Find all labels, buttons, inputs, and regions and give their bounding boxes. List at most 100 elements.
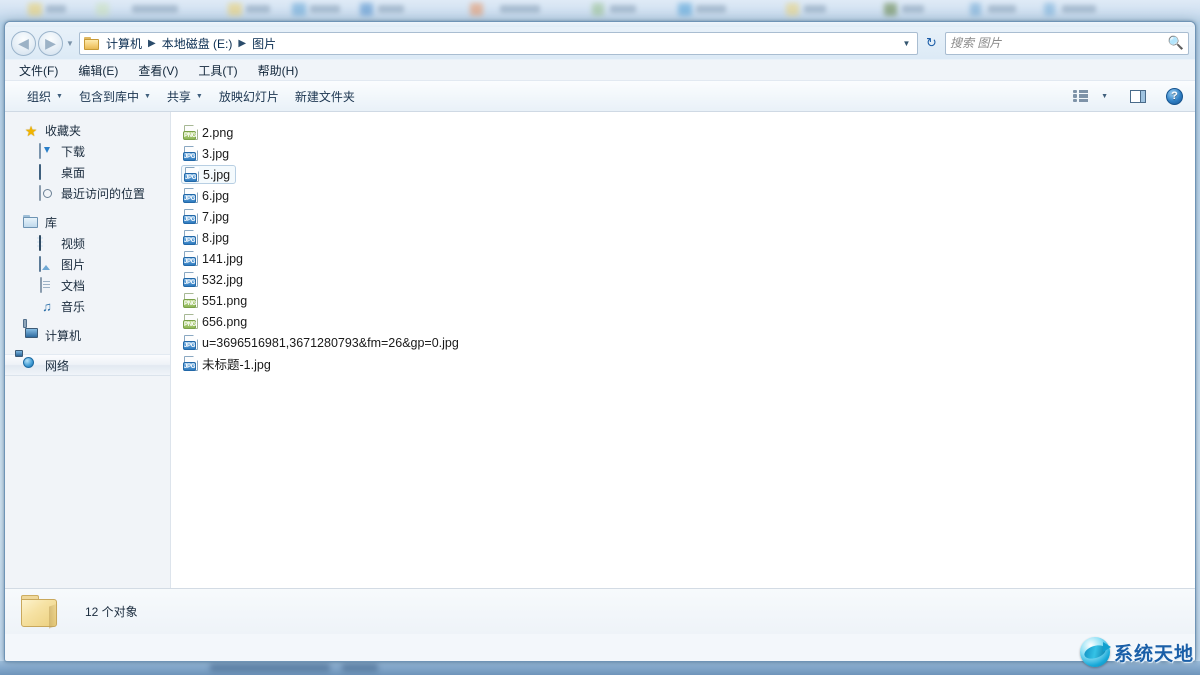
chevron-down-icon: ▼: [66, 39, 74, 48]
list-item-inner: PNG656.png: [183, 312, 247, 331]
sidebar-item-computer[interactable]: 计算机: [5, 325, 170, 346]
explorer-window: X ◀ ▶ ▼ 计算机 ▶ 本地磁盘 (E:) ▶: [4, 21, 1196, 662]
recent-places-icon: [39, 186, 55, 202]
sidebar-item-pictures[interactable]: 图片: [5, 254, 170, 275]
menu-item-edit[interactable]: 编辑(E): [78, 60, 129, 81]
file-name: 532.jpg: [199, 273, 243, 287]
sidebar-item-music[interactable]: ♫ 音乐: [5, 296, 170, 317]
breadcrumb-segment-computer[interactable]: 计算机: [104, 35, 144, 52]
toolbar-button-new-folder[interactable]: 新建文件夹: [287, 84, 363, 109]
help-button[interactable]: ?: [1152, 85, 1191, 108]
list-item-inner: JPG7.jpg: [183, 207, 229, 226]
file-name: 7.jpg: [199, 210, 229, 224]
maximize-button[interactable]: [1120, 21, 1147, 22]
menu-bar: 文件(F) 编辑(E) 查看(V) 工具(T) 帮助(H): [5, 60, 1195, 81]
sidebar-item-favorites[interactable]: ★ 收藏夹: [5, 120, 170, 141]
sidebar-item-videos[interactable]: 视频: [5, 233, 170, 254]
list-item[interactable]: JPG5.jpg: [171, 164, 236, 185]
file-name: 5.jpg: [200, 168, 230, 182]
address-dropdown-button[interactable]: ▼: [898, 39, 915, 48]
list-item[interactable]: JPG7.jpg: [171, 206, 229, 227]
jpg-file-icon: JPG: [183, 146, 199, 161]
breadcrumb-segment-pictures[interactable]: 图片: [250, 35, 278, 52]
nav-group-network: 网络: [5, 354, 170, 376]
jpg-file-icon: JPG: [183, 209, 199, 224]
pictures-icon: [39, 257, 55, 273]
chevron-down-icon: ▼: [1101, 93, 1108, 100]
file-name: 3.jpg: [199, 147, 229, 161]
library-icon: [23, 215, 39, 231]
file-type-badge: JPG: [183, 257, 196, 266]
help-icon: ?: [1166, 88, 1183, 105]
list-item-inner: JPG141.jpg: [183, 249, 243, 268]
menu-item-tools[interactable]: 工具(T): [198, 60, 248, 81]
close-button[interactable]: X: [1146, 21, 1193, 22]
preview-pane-button[interactable]: [1114, 87, 1152, 106]
downloads-icon: [39, 144, 55, 160]
chevron-right-icon: ▶: [234, 38, 250, 49]
menu-item-help[interactable]: 帮助(H): [258, 60, 310, 81]
jpg-file-icon: JPG: [183, 335, 199, 350]
toolbar-button-slideshow[interactable]: 放映幻灯片: [211, 84, 287, 109]
toolbar-button-organize[interactable]: 组织 ▼: [19, 84, 71, 109]
sidebar-item-desktop[interactable]: 桌面: [5, 162, 170, 183]
list-item[interactable]: JPG8.jpg: [171, 227, 229, 248]
list-item-inner: JPG6.jpg: [183, 186, 229, 205]
search-icon: 🔍: [1165, 35, 1184, 51]
list-item[interactable]: PNG551.png: [171, 290, 247, 311]
video-icon: [39, 236, 55, 252]
file-list[interactable]: PNG2.pngJPG3.jpgJPG5.jpgJPG6.jpgJPG7.jpg…: [171, 112, 1195, 588]
sidebar-item-libraries[interactable]: 库: [5, 212, 170, 233]
list-item-inner: JPG3.jpg: [183, 144, 229, 163]
sidebar-label-documents: 文档: [61, 277, 85, 294]
watermark-text: 系统天地: [1114, 639, 1194, 666]
list-item[interactable]: JPG141.jpg: [171, 248, 243, 269]
list-item[interactable]: PNG656.png: [171, 311, 247, 332]
minimize-button[interactable]: [1094, 21, 1121, 22]
list-item-inner: JPG未标题-1.jpg: [183, 354, 271, 373]
refresh-button[interactable]: ↻: [920, 32, 943, 55]
desktop-icon: [39, 165, 55, 181]
sidebar-item-downloads[interactable]: 下载: [5, 141, 170, 162]
jpg-file-icon: JPG: [183, 188, 199, 203]
history-dropdown-button[interactable]: ▼: [63, 39, 77, 48]
search-input[interactable]: [950, 36, 1165, 50]
search-box[interactable]: 🔍: [945, 32, 1189, 55]
blurred-toolbar-strip: [0, 0, 1200, 22]
forward-button[interactable]: ▶: [38, 31, 63, 56]
png-file-icon: PNG: [183, 125, 199, 140]
sidebar-label-music: 音乐: [61, 298, 85, 315]
nav-group-favorites: ★ 收藏夹 下载 桌面 最近访问的位置: [5, 120, 170, 204]
list-item[interactable]: PNG2.png: [171, 122, 233, 143]
breadcrumb[interactable]: 计算机 ▶ 本地磁盘 (E:) ▶ 图片 ▼: [79, 32, 918, 55]
list-item[interactable]: JPG3.jpg: [171, 143, 229, 164]
sidebar-item-documents[interactable]: 文档: [5, 275, 170, 296]
view-mode-button[interactable]: [1067, 87, 1094, 105]
toolbar-label-include-in-library: 包含到库中: [79, 88, 139, 105]
sidebar-item-recent-places[interactable]: 最近访问的位置: [5, 183, 170, 204]
menu-item-file[interactable]: 文件(F): [19, 60, 69, 81]
chevron-down-icon: ▼: [56, 93, 63, 100]
menu-item-view[interactable]: 查看(V): [138, 60, 189, 81]
breadcrumb-segment-drive[interactable]: 本地磁盘 (E:): [160, 35, 235, 52]
back-button[interactable]: ◀: [11, 31, 36, 56]
toolbar-button-include-in-library[interactable]: 包含到库中 ▼: [71, 84, 159, 109]
toolbar-button-share[interactable]: 共享 ▼: [159, 84, 211, 109]
file-type-badge: JPG: [183, 236, 196, 245]
list-item-inner: JPG5.jpg: [181, 165, 236, 184]
sidebar-item-network[interactable]: 网络: [5, 354, 170, 376]
sidebar-label-computer: 计算机: [45, 327, 81, 344]
folder-icon: [84, 37, 100, 50]
list-item[interactable]: JPGu=3696516981,3671280793&fm=26&gp=0.jp…: [171, 332, 459, 353]
list-item[interactable]: JPG未标题-1.jpg: [171, 353, 271, 374]
file-type-badge: PNG: [183, 299, 196, 308]
sidebar-label-pictures: 图片: [61, 256, 85, 273]
documents-icon: [39, 278, 55, 294]
music-icon: ♫: [39, 299, 55, 315]
png-file-icon: PNG: [183, 293, 199, 308]
view-mode-dropdown[interactable]: ▼: [1094, 90, 1114, 103]
list-item[interactable]: JPG6.jpg: [171, 185, 229, 206]
list-item[interactable]: JPG532.jpg: [171, 269, 243, 290]
globe-arrow-logo-icon: [1080, 637, 1110, 667]
sidebar-label-videos: 视频: [61, 235, 85, 252]
